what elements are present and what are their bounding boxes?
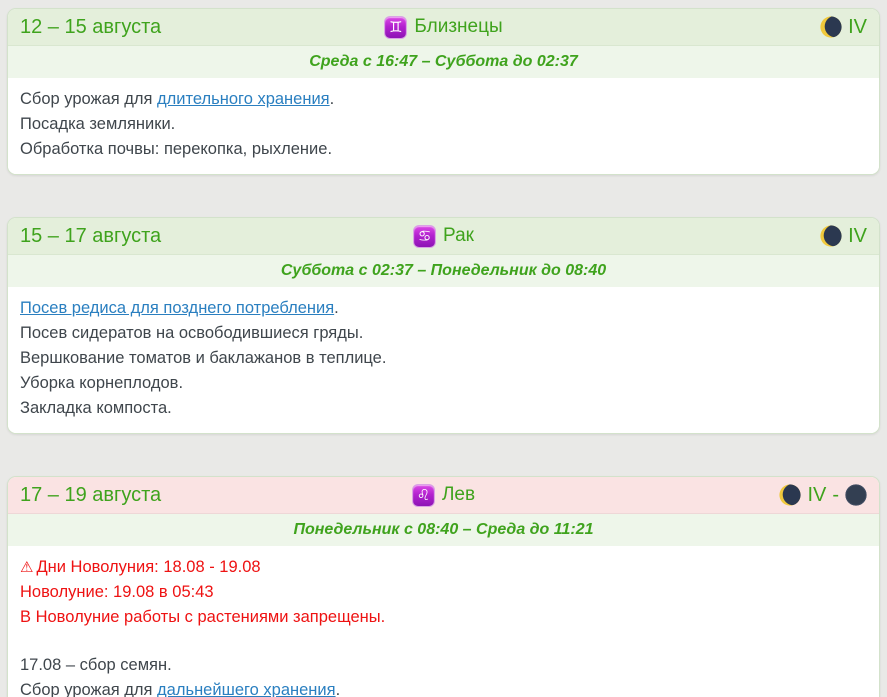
warning-text: Дни Новолуния: 18.08 - 19.08 (36, 558, 260, 576)
date-range: 15 – 17 августа (20, 225, 413, 248)
card-body: Посев редиса для позднего потребления. П… (8, 287, 879, 433)
calendar-card-leo: 17 – 19 августа ♌ Лев IV - (7, 476, 880, 697)
zodiac-gemini-icon: ♊ (384, 16, 407, 39)
body-text: . (336, 681, 341, 697)
card-header: 17 – 19 августа ♌ Лев IV - (8, 477, 879, 514)
calendar-card-gemini: 12 – 15 августа ♊ Близнецы IV Среда с 16… (7, 8, 880, 175)
body-text: Сбор урожая для (20, 90, 157, 108)
zodiac-name: Лев (442, 484, 475, 506)
link-further-storage[interactable]: дальнейшего хранения (157, 681, 336, 697)
card-body: ⚠Дни Новолуния: 18.08 - 19.08 Новолуние:… (8, 546, 879, 697)
card-header: 12 – 15 августа ♊ Близнецы IV (8, 9, 879, 46)
moon-phase-label: IV (848, 225, 867, 248)
warning-line: В Новолуние работы с растениями запрещен… (20, 605, 867, 630)
body-line: Вершкование томатов и баклажанов в тепли… (20, 346, 867, 371)
link-long-storage[interactable]: длительного хранения (157, 90, 330, 108)
body-line: 17.08 – сбор семян. (20, 653, 867, 678)
warning-icon: ⚠ (20, 559, 33, 576)
waning-crescent-moon-icon (820, 16, 842, 38)
zodiac-name: Рак (443, 225, 474, 247)
period-row: Суббота с 02:37 – Понедельник до 08:40 (8, 255, 879, 287)
calendar-card-cancer: 15 – 17 августа ♋ Рак IV Суббота с 02:37… (7, 217, 880, 434)
body-line: Обработка почвы: перекопка, рыхление. (20, 137, 867, 162)
body-line: Сбор урожая для дальнейшего хранения. (20, 678, 867, 697)
body-line: Закладка компоста. (20, 396, 867, 421)
zodiac-group: ♋ Рак (413, 225, 474, 248)
blank-line (20, 630, 867, 653)
period-row: Понедельник с 08:40 – Среда до 11:21 (8, 514, 879, 546)
zodiac-name: Близнецы (414, 16, 502, 38)
body-line: Посев сидератов на освободившиеся гряды. (20, 321, 867, 346)
date-range: 12 – 15 августа (20, 16, 384, 39)
body-line: Посадка земляники. (20, 112, 867, 137)
body-text: Сбор урожая для (20, 681, 157, 697)
warning-line: Новолуние: 19.08 в 05:43 (20, 580, 867, 605)
zodiac-leo-icon: ♌ (412, 484, 435, 507)
lunar-calendar-page: 12 – 15 августа ♊ Близнецы IV Среда с 16… (0, 0, 887, 697)
moon-phase-group: IV (503, 16, 867, 39)
period-row: Среда с 16:47 – Суббота до 02:37 (8, 46, 879, 78)
body-line: Уборка корнеплодов. (20, 371, 867, 396)
moon-phase-label: IV (807, 484, 826, 507)
body-line: Сбор урожая для длительного хранения. (20, 87, 867, 112)
body-text: . (334, 299, 339, 317)
date-range: 17 – 19 августа (20, 484, 412, 507)
new-moon-icon (845, 484, 867, 506)
zodiac-cancer-icon: ♋ (413, 225, 436, 248)
warning-line: ⚠Дни Новолуния: 18.08 - 19.08 (20, 555, 867, 580)
waning-crescent-moon-icon (779, 484, 801, 506)
moon-phase-group: IV (474, 225, 867, 248)
body-text: . (330, 90, 335, 108)
link-late-radish[interactable]: Посев редиса для позднего потребления (20, 299, 334, 317)
zodiac-group: ♌ Лев (412, 484, 475, 507)
waning-crescent-moon-icon (820, 225, 842, 247)
moon-phase-label: IV (848, 16, 867, 39)
moon-phase-separator: - (832, 484, 839, 507)
zodiac-group: ♊ Близнецы (384, 16, 502, 39)
body-line: Посев редиса для позднего потребления. (20, 296, 867, 321)
card-body: Сбор урожая для длительного хранения. По… (8, 78, 879, 174)
moon-phase-group: IV - (475, 484, 867, 507)
card-header: 15 – 17 августа ♋ Рак IV (8, 218, 879, 255)
